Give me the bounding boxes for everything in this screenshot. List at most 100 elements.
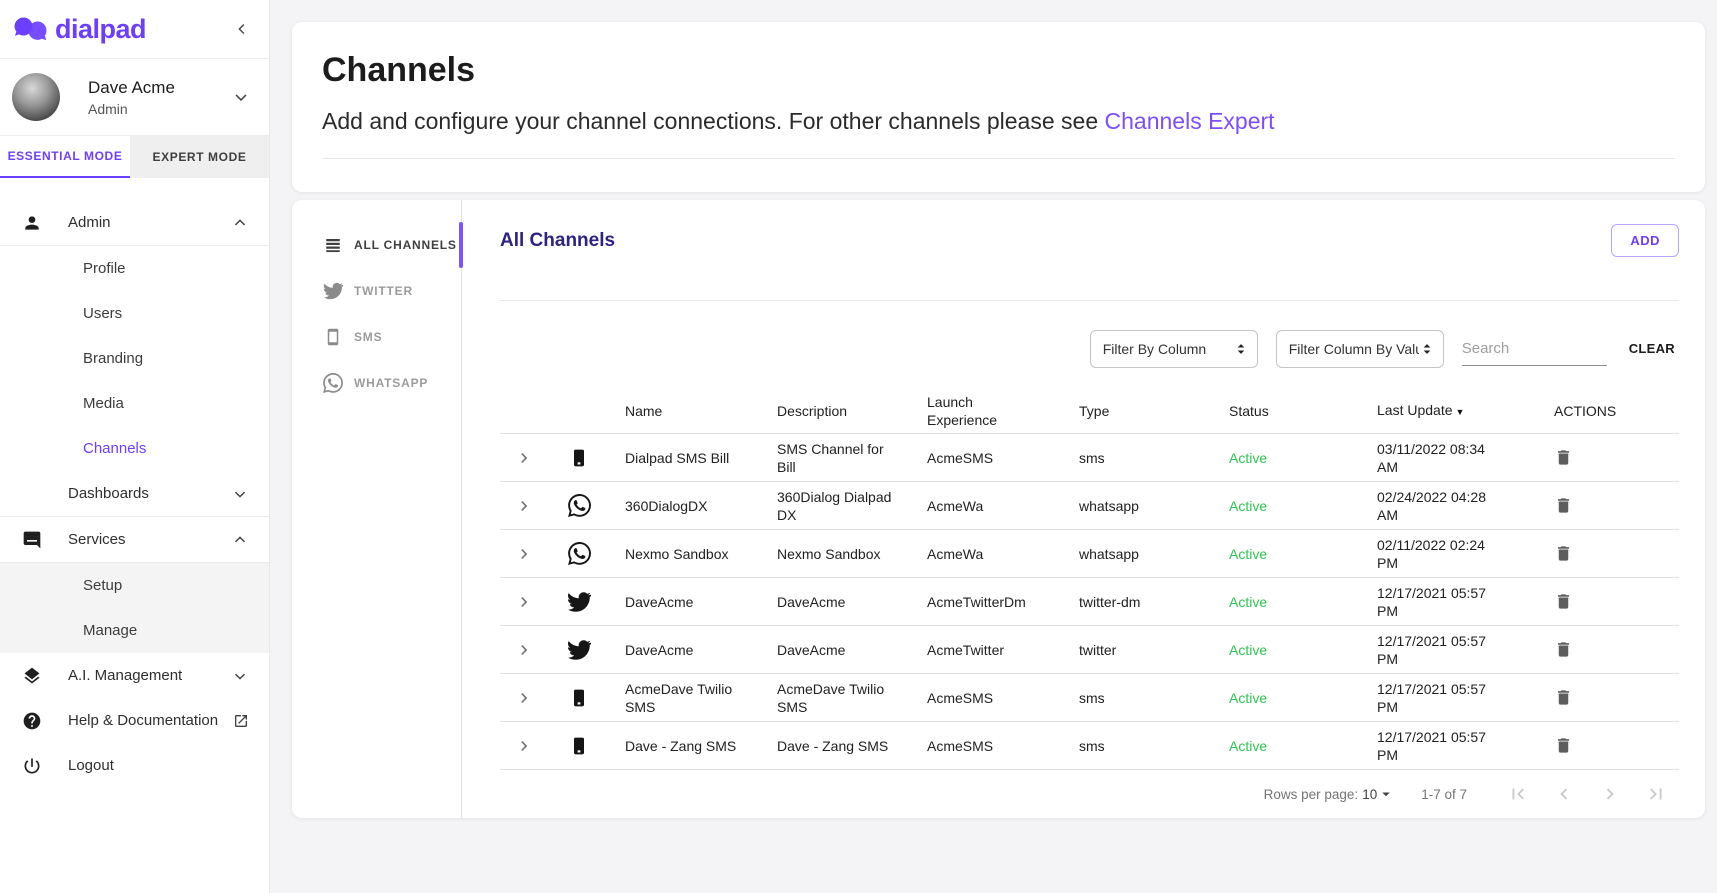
channels-expert-link[interactable]: Channels Expert [1105,108,1275,134]
sms-icon [569,736,589,756]
chevron-down-icon [231,485,249,503]
expand-row-button[interactable] [514,496,534,516]
column-header-type[interactable]: Type [1064,402,1214,420]
expand-row-button[interactable] [514,640,534,660]
sidebar-item-ai-management[interactable]: A.I. Management [0,653,269,698]
cell-description: DaveAcme [762,641,912,659]
dropdown-caret-icon [1377,785,1395,803]
delete-button[interactable] [1554,640,1573,659]
delete-button[interactable] [1554,688,1573,707]
next-page-button[interactable] [1599,783,1621,805]
cell-name: DaveAcme [610,593,762,611]
divider [322,158,1675,159]
logo-wordmark: dialpad [55,14,146,45]
expand-row-button[interactable] [514,592,534,612]
filter-column-by-value-select[interactable]: Filter Column By Value [1276,330,1444,368]
column-header-launch-experience[interactable]: Launch Experience [912,393,1064,429]
last-page-button[interactable] [1645,783,1667,805]
sidebar-item-services[interactable]: Services [0,517,269,562]
sidebar-item-admin[interactable]: Admin [0,200,269,245]
sidebar-item-profile[interactable]: Profile [0,246,269,291]
sidebar-item-channels[interactable]: Channels [0,426,269,471]
chat-icon [20,530,44,550]
user-menu[interactable]: Dave Acme Admin [0,59,269,135]
chevron-up-icon [231,214,249,232]
sidebar-item-media[interactable]: Media [0,381,269,426]
power-icon [20,756,44,776]
delete-button[interactable] [1554,544,1573,563]
channel-nav-all-channels[interactable]: ALL CHANNELS [292,222,461,268]
tab-essential-mode[interactable]: ESSENTIAL MODE [0,136,130,178]
search-input[interactable] [1462,340,1607,357]
expand-row-button[interactable] [514,448,534,468]
cell-last-update: 12/17/2021 05:57 PM [1362,728,1520,764]
cell-type: twitter [1064,641,1214,659]
cell-description: SMS Channel for Bill [762,440,912,476]
sidebar: dialpad Dave Acme Admin ESSENTIAL MODE E… [0,0,270,893]
external-link-icon [233,713,249,729]
sidebar-item-dashboards[interactable]: Dashboards [0,471,269,516]
page-header-card: Channels Add and configure your channel … [292,22,1705,192]
column-header-name[interactable]: Name [610,402,762,420]
cell-launch-experience: AcmeSMS [912,689,1064,707]
expand-row-button[interactable] [514,544,534,564]
cell-status: Active [1214,641,1362,659]
column-header-status[interactable]: Status [1214,402,1362,420]
cell-status: Active [1214,449,1362,467]
cell-last-update: 02/11/2022 02:24 PM [1362,536,1520,572]
cell-type: sms [1064,737,1214,755]
page-subtitle: Add and configure your channel connectio… [322,106,1675,136]
filter-by-column-select[interactable]: Filter By Column [1090,330,1258,368]
whatsapp-icon [322,373,344,393]
rows-per-page-label: Rows per page: [1264,787,1359,802]
channels-content: All Channels ADD Filter By Column Filter… [462,200,1705,818]
column-header-actions: ACTIONS [1520,402,1679,420]
sidebar-item-help-documentation[interactable]: Help & Documentation [0,698,269,743]
table-row: 360DialogDX360Dialog Dialpad DXAcmeWawha… [500,482,1679,530]
channels-card: ALL CHANNELS TWITTER SMS WHATSAPP All Ch… [292,200,1705,818]
rows-per-page-select[interactable]: 10 [1362,785,1395,803]
cell-description: 360Dialog Dialpad DX [762,488,912,524]
table-row: DaveAcmeDaveAcmeAcmeTwittertwitterActive… [500,626,1679,674]
cell-name: Dialpad SMS Bill [610,449,762,467]
sidebar-item-branding[interactable]: Branding [0,336,269,381]
sidebar-collapse-button[interactable] [233,20,251,38]
clear-button[interactable]: CLEAR [1625,335,1679,362]
sidebar-item-users[interactable]: Users [0,291,269,336]
sidebar-item-logout[interactable]: Logout [0,743,269,788]
cell-status: Active [1214,593,1362,611]
avatar [12,73,60,121]
sidebar-item-setup[interactable]: Setup [0,563,269,608]
cell-status: Active [1214,737,1362,755]
whatsapp-icon [568,494,591,517]
column-header-last-update[interactable]: Last Update▼ [1362,401,1520,421]
delete-button[interactable] [1554,496,1573,515]
sidebar-nav: Admin Profile Users Branding Media Chann… [0,200,269,893]
cell-description: DaveAcme [762,593,912,611]
cell-launch-experience: AcmeTwitter [912,641,1064,659]
filter-bar: Filter By Column Filter Column By Value … [500,329,1679,369]
cell-name: Nexmo Sandbox [610,545,762,563]
delete-button[interactable] [1554,736,1573,755]
sidebar-item-manage[interactable]: Manage [0,608,269,653]
cell-type: whatsapp [1064,497,1214,515]
channel-nav-whatsapp[interactable]: WHATSAPP [292,360,461,406]
cell-last-update: 12/17/2021 05:57 PM [1362,680,1520,716]
cell-last-update: 12/17/2021 05:57 PM [1362,584,1520,620]
sort-desc-icon: ▼ [1456,407,1465,417]
expand-row-button[interactable] [514,736,534,756]
previous-page-button[interactable] [1553,783,1575,805]
add-button[interactable]: ADD [1611,224,1679,257]
first-page-button[interactable] [1507,783,1529,805]
delete-button[interactable] [1554,448,1573,467]
dialpad-logo: dialpad [14,14,146,45]
channel-nav-sms[interactable]: SMS [292,314,461,360]
channel-nav-twitter[interactable]: TWITTER [292,268,461,314]
expand-row-button[interactable] [514,688,534,708]
cell-description: Dave - Zang SMS [762,737,912,755]
table-row: Dialpad SMS BillSMS Channel for BillAcme… [500,434,1679,482]
tab-expert-mode[interactable]: EXPERT MODE [130,136,269,178]
column-header-description[interactable]: Description [762,402,912,420]
delete-button[interactable] [1554,592,1573,611]
page-range-label: 1-7 of 7 [1421,787,1467,802]
